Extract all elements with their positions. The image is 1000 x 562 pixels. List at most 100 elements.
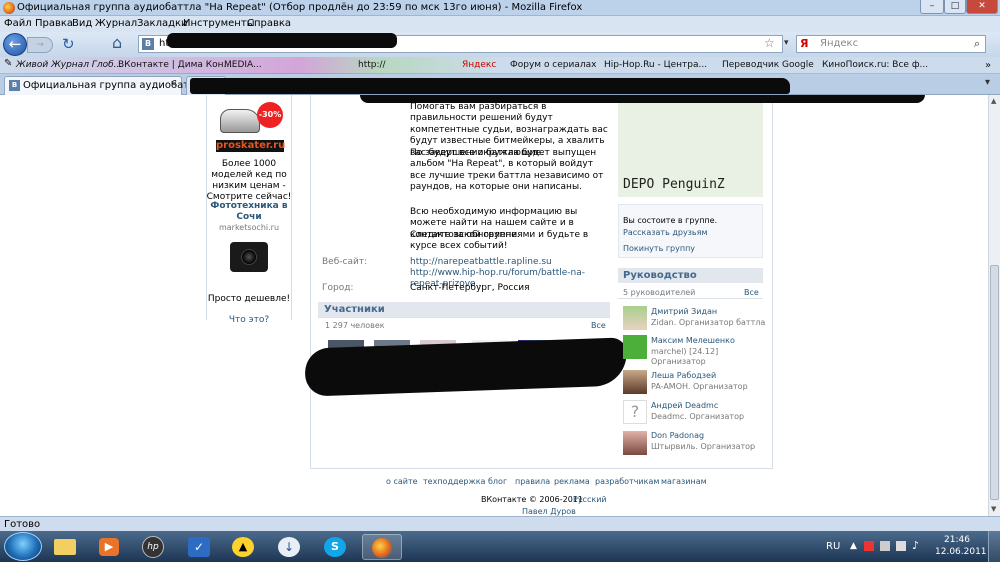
menu-history[interactable]: Журнал — [95, 18, 137, 29]
taskbar-media-player[interactable]: ▶ — [92, 534, 126, 560]
what-is-this-link[interactable]: Что это? — [206, 315, 292, 325]
firefox-taskbar-icon — [372, 538, 392, 558]
menu-view[interactable]: Вид — [72, 18, 92, 29]
leader-avatar-placeholder[interactable]: ? — [623, 400, 647, 424]
city-label: Город: — [322, 283, 354, 293]
tray-expand-icon[interactable]: ▲ — [850, 541, 857, 551]
menu-tools[interactable]: Инструменты — [183, 18, 255, 29]
leader-name[interactable]: Максим Мелешенко — [651, 336, 735, 345]
scrollbar-thumb[interactable] — [990, 265, 999, 500]
tab-close-icon[interactable]: ✕ — [170, 80, 178, 90]
scroll-down-icon[interactable]: ▼ — [991, 505, 996, 513]
tab-active[interactable]: B Официальная группа аудиобаттл... ✕ — [4, 76, 211, 95]
yandex-icon: Я — [800, 37, 809, 50]
tray-volume-icon[interactable]: ♪ — [912, 539, 919, 552]
group-poster[interactable]: DEPO PenguinZ — [618, 95, 763, 197]
bookmark-yandex[interactable]: Яндекс — [462, 60, 496, 70]
camera-image[interactable] — [230, 242, 268, 272]
leader-avatar[interactable] — [623, 431, 647, 455]
bookmark-vkontakte[interactable]: ВКонтакте | Дима Кон... — [118, 60, 232, 70]
leader-name[interactable]: Дмитрий Зидан — [651, 307, 717, 316]
page-scrollbar[interactable]: ▲ ▼ — [988, 95, 1000, 516]
scroll-up-icon[interactable]: ▲ — [991, 97, 996, 105]
taskbar-downloader[interactable]: ↓ — [272, 534, 306, 560]
leader-name[interactable]: Don Padonag — [651, 431, 704, 440]
leader-name[interactable]: Леша Рабодзей — [651, 371, 716, 380]
taskbar-aimp[interactable]: ▲ — [226, 534, 260, 560]
leaders-all-link[interactable]: Все — [744, 288, 759, 297]
bookmark-serials-forum[interactable]: Форум о сериалах — [510, 60, 596, 70]
website-label: Веб-сайт: — [322, 257, 368, 267]
clock-date[interactable]: 12.06.2011 — [935, 547, 987, 557]
sneaker-ad-image[interactable]: -30% — [214, 99, 284, 139]
search-bar[interactable]: Я Яндекс ⌕ — [796, 35, 986, 53]
reload-icon[interactable]: ↻ — [62, 35, 75, 53]
menu-bookmarks[interactable]: Закладки — [137, 18, 188, 29]
home-icon[interactable]: ⌂ — [112, 33, 122, 52]
url-bar[interactable]: B http:// ☆ — [138, 33, 783, 53]
footer-link-shops[interactable]: магазинам — [661, 477, 707, 486]
photo-ad-title[interactable]: Фототехника в Сочи — [206, 201, 292, 223]
bookmark-star-icon[interactable]: ☆ — [764, 36, 775, 50]
photo-ad-domain[interactable]: marketsochi.ru — [206, 223, 292, 232]
tab-list-icon[interactable]: ▾ — [985, 77, 990, 88]
taskbar-firefox[interactable] — [362, 534, 402, 560]
description-paragraph-4: Следите за обновлениями и будьте в курсе… — [410, 230, 589, 252]
leader-avatar[interactable] — [623, 335, 647, 359]
footer-link-rules[interactable]: правила — [515, 477, 550, 486]
menu-file[interactable]: Файл — [4, 18, 32, 29]
leadership-header[interactable]: Руководство — [618, 268, 763, 283]
close-button[interactable]: ✕ — [966, 0, 998, 14]
footer-link-developers[interactable]: разработчикам — [595, 477, 659, 486]
check-icon: ✓ — [188, 537, 210, 557]
sneaker-ad-text[interactable]: Более 1000 моделей кед по низким ценам -… — [206, 159, 292, 203]
menu-help[interactable]: Справка — [247, 18, 291, 29]
bookmark-media[interactable]: MEDIA... — [224, 60, 262, 70]
members-header[interactable]: Участники — [318, 302, 610, 317]
bookmarks-overflow-icon[interactable]: » — [985, 60, 991, 71]
maximize-button[interactable]: □ — [944, 0, 966, 14]
forward-button[interactable]: → — [27, 37, 53, 53]
dropdown-arrow-icon[interactable]: ▾ — [784, 38, 789, 48]
footer-copyright: ВКонтакте © 2006-2011 — [481, 495, 583, 504]
back-button[interactable]: ← — [3, 33, 27, 56]
members-all-link[interactable]: Все — [591, 321, 606, 330]
url-redaction — [167, 33, 397, 48]
poster-text: DEPO PenguinZ — [623, 177, 725, 192]
tell-friends-link[interactable]: Рассказать друзьям — [623, 228, 708, 237]
taskbar-hp[interactable]: hp — [136, 534, 170, 560]
menu-edit[interactable]: Правка — [35, 18, 73, 29]
leader-avatar[interactable] — [623, 306, 647, 330]
bookmark-google-translate[interactable]: Переводчик Google — [722, 60, 814, 70]
footer-language-link[interactable]: Русский — [573, 495, 607, 504]
footer-link-about[interactable]: о сайте — [386, 477, 418, 486]
play-icon: ▶ — [99, 538, 119, 556]
tray-security-icon[interactable] — [880, 541, 890, 551]
clock-time[interactable]: 21:46 — [935, 535, 979, 545]
leave-group-link[interactable]: Покинуть группу — [623, 244, 695, 253]
show-desktop-button[interactable] — [988, 531, 1000, 562]
start-button[interactable] — [4, 532, 42, 561]
tray-network-icon[interactable] — [864, 541, 874, 551]
language-indicator[interactable]: RU — [826, 541, 840, 552]
leader-role: PA-AMOH. Организатор — [651, 382, 748, 391]
photo-ad-text[interactable]: Просто дешевле! — [206, 294, 292, 304]
footer-link-ads[interactable]: реклама — [554, 477, 590, 486]
tray-battery-icon[interactable] — [896, 541, 906, 551]
taskbar-skype[interactable]: S — [318, 534, 352, 560]
taskbar-app-check[interactable]: ✓ — [182, 534, 216, 560]
search-icon[interactable]: ⌕ — [974, 37, 980, 51]
leader-name[interactable]: Андрей Deadmc — [651, 401, 718, 410]
proskater-logo[interactable]: proskater.ru — [216, 140, 285, 152]
footer-link-support[interactable]: техподдержка — [423, 477, 485, 486]
footer-link-blog[interactable]: блог — [488, 477, 507, 486]
bookmark-kinopoisk[interactable]: КиноПоиск.ru: Все ф... — [822, 60, 928, 70]
bookmark-http[interactable]: http:// — [358, 60, 386, 70]
bookmark-hiphop[interactable]: Hip-Hop.Ru - Центра... — [604, 60, 707, 70]
footer-author-link[interactable]: Павел Дуров — [522, 507, 576, 516]
navigation-toolbar: ← → ↻ ⌂ B http:// ☆ ▾ Я Яндекс ⌕ — [0, 32, 1000, 57]
taskbar-explorer[interactable] — [48, 534, 82, 560]
leader-avatar[interactable] — [623, 370, 647, 394]
minimize-button[interactable]: – — [920, 0, 944, 14]
bookmark-livejournal[interactable]: Живой Журнал Глоб... — [16, 60, 122, 70]
